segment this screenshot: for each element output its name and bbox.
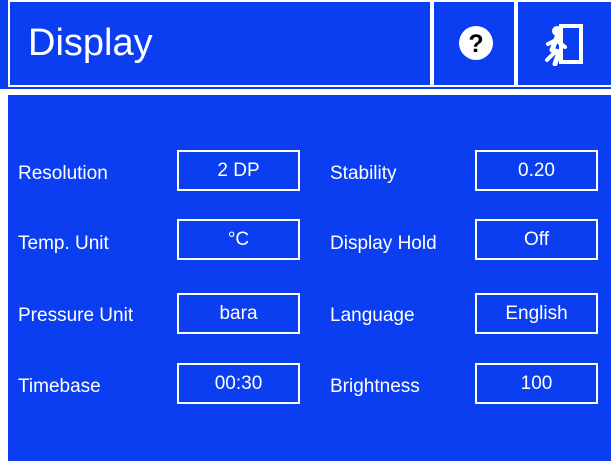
header-bar: Display ? [0,0,611,89]
temp-unit-label: Temp. Unit [18,233,109,254]
display-hold-label: Display Hold [330,233,437,254]
exit-icon [545,24,583,66]
brightness-field[interactable]: 100 [475,363,598,404]
timebase-label: Timebase [18,376,101,397]
pressure-unit-label: Pressure Unit [18,305,134,326]
display-settings-screen: Display ? Resolution 2 DP Temp. Unit °C … [0,0,611,461]
language-field[interactable]: English [475,293,598,334]
display-hold-field[interactable]: Off [475,219,598,260]
exit-button[interactable] [516,0,611,87]
page-title: Display [28,22,153,64]
stability-field[interactable]: 0.20 [475,150,598,191]
resolution-field[interactable]: 2 DP [177,150,300,191]
timebase-field[interactable]: 00:30 [177,363,300,404]
svg-text:?: ? [468,30,483,58]
resolution-label: Resolution [18,163,108,184]
help-icon: ? [459,26,493,60]
brightness-label: Brightness [330,376,420,397]
settings-panel: Resolution 2 DP Temp. Unit °C Pressure U… [8,95,611,461]
temp-unit-field[interactable]: °C [177,219,300,260]
title-box: Display [8,0,432,87]
help-button[interactable]: ? [432,0,516,87]
language-label: Language [330,305,415,326]
stability-label: Stability [330,163,397,184]
pressure-unit-field[interactable]: bara [177,293,300,334]
